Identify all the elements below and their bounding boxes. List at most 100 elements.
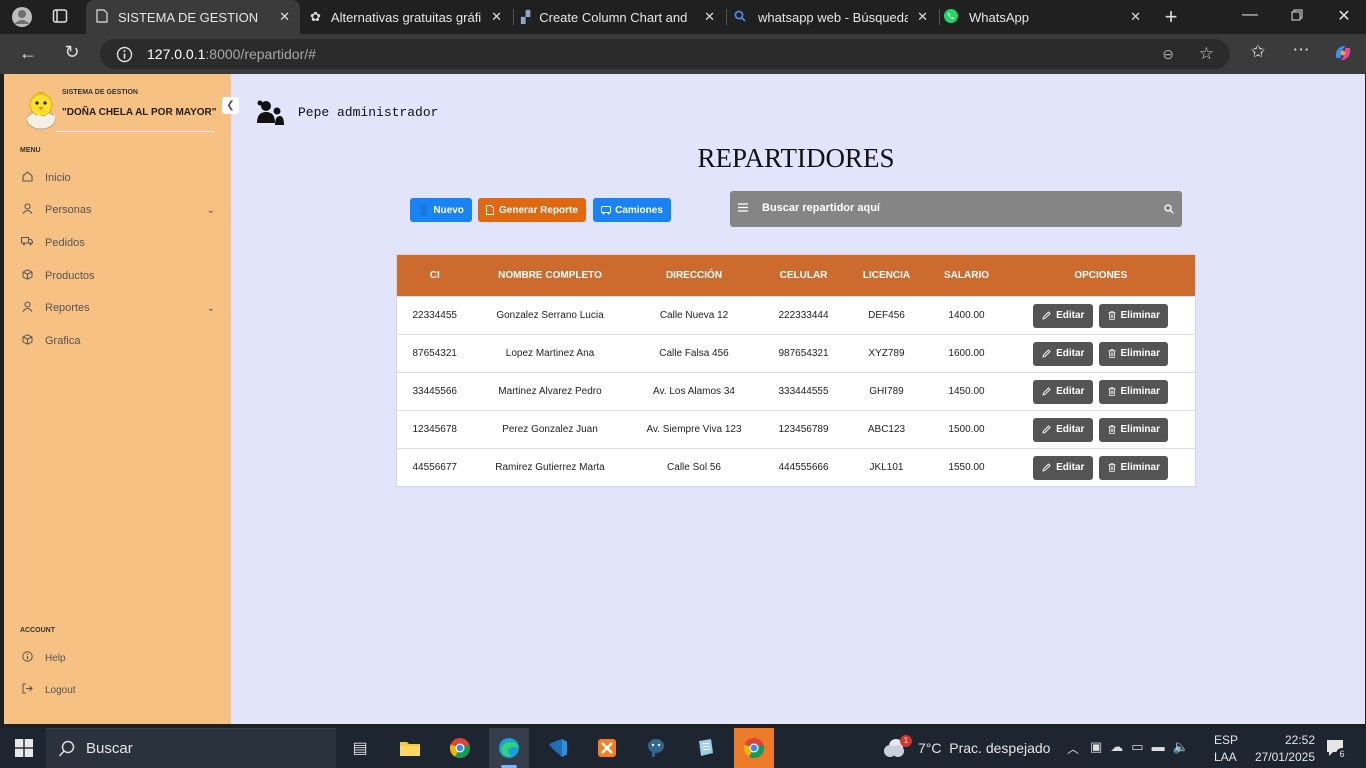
restore-window-icon[interactable] — [1285, 8, 1309, 26]
brand-small-title: SISTEMA DE GESTION — [62, 89, 138, 96]
table-header-row: CI NOMBRE COMPLETO DIRECCIÓN CELULAR LIC… — [396, 254, 1196, 297]
tab-alternativas[interactable]: ✿ Alternativas gratuitas gráfica ✕ — [302, 0, 512, 34]
cell-nombre: Lopez Martinez Ana — [472, 334, 628, 373]
clock[interactable]: 22:52 27/01/2025 — [1245, 732, 1315, 766]
sidebar-item-grafica[interactable]: Grafica — [20, 334, 215, 348]
task-view-icon[interactable]: ▤ — [340, 728, 380, 768]
xampp-icon[interactable] — [587, 728, 627, 768]
box-icon — [20, 269, 34, 283]
onedrive-icon[interactable]: ☁ — [1110, 739, 1123, 755]
zoom-icon[interactable]: ⊖ — [1162, 46, 1174, 63]
close-tab-icon[interactable]: ✕ — [704, 9, 715, 25]
edit-button[interactable]: Editar — [1033, 455, 1094, 480]
user-icon — [20, 203, 34, 217]
minimize-window-icon[interactable]: — — [1238, 6, 1262, 24]
delete-button[interactable]: Eliminar — [1099, 417, 1169, 442]
sidebar-item-personas[interactable]: Personas ⌄ — [20, 203, 215, 217]
cell-direccion: Calle Sol 56 — [627, 448, 761, 487]
tab-whatsapp[interactable]: WhatsApp ✕ — [941, 0, 1151, 34]
start-button[interactable] — [4, 728, 44, 768]
sidebar-item-inicio[interactable]: Inicio — [20, 171, 215, 185]
close-tab-icon[interactable]: ✕ — [491, 9, 502, 25]
weather-text: 7°C Prac. despejado — [918, 740, 1051, 756]
search-icon[interactable] — [1164, 204, 1174, 217]
meet-icon[interactable]: ▣ — [1090, 739, 1102, 755]
pencil-icon — [1042, 463, 1051, 472]
delete-button[interactable]: Eliminar — [1099, 303, 1169, 328]
search-icon — [734, 10, 746, 25]
file-explorer-icon[interactable] — [390, 728, 430, 768]
display-icon[interactable]: ▭ — [1131, 739, 1143, 755]
weather-widget[interactable]: 1 7°C Prac. despejado — [882, 734, 1050, 762]
copilot-icon[interactable] — [1331, 42, 1355, 69]
collapse-sidebar-button[interactable]: ❮ — [222, 97, 239, 114]
col-celular: CELULAR — [760, 254, 847, 297]
edge-icon[interactable] — [489, 728, 529, 768]
language-indicator[interactable]: ESP LAA — [1214, 732, 1238, 766]
table-row: 44556677 Ramirez Gutierrez Marta Calle Sol… — [396, 448, 1196, 487]
site-info-icon[interactable] — [116, 46, 133, 63]
reload-icon[interactable]: ↻ — [60, 42, 84, 63]
favorites-icon[interactable]: ✩ — [1246, 42, 1270, 62]
close-tab-icon[interactable]: ✕ — [917, 9, 928, 25]
cell-direccion: Calle Nueva 12 — [627, 296, 761, 335]
generar-reporte-button[interactable]: Generar Reporte — [478, 198, 586, 222]
menu-icon[interactable] — [738, 203, 748, 215]
taskbar-search[interactable]: Buscar — [46, 728, 336, 768]
cell-direccion: Calle Falsa 456 — [627, 334, 761, 373]
profile-avatar-icon[interactable] — [10, 6, 34, 28]
edit-button[interactable]: Editar — [1033, 417, 1094, 442]
sidebar-item-productos[interactable]: Productos — [20, 269, 215, 283]
chrome-icon[interactable] — [440, 728, 480, 768]
sidebar-item-reportes[interactable]: Reportes ⌄ — [20, 301, 215, 315]
chevron-up-icon[interactable]: ︿ — [1060, 728, 1086, 768]
delete-button[interactable]: Eliminar — [1099, 455, 1169, 480]
chrome-active-icon[interactable] — [734, 728, 774, 768]
tab-column-chart[interactable]: ▞ Create Column Chart and Gr ✕ — [515, 0, 725, 34]
cell-nombre: Perez Gonzalez Juan — [472, 410, 628, 449]
trash-icon — [1108, 387, 1116, 396]
cell-ci: 22334455 — [396, 296, 473, 335]
battery-icon[interactable]: ▬ — [1152, 739, 1165, 755]
search-input[interactable]: Buscar repartidor aquí — [762, 202, 880, 214]
more-menu-icon[interactable]: ⋯ — [1289, 40, 1313, 60]
back-arrow-icon[interactable]: ← — [16, 43, 40, 64]
edit-button[interactable]: Editar — [1033, 303, 1094, 328]
new-tab-icon[interactable]: + — [1160, 4, 1182, 30]
notepad-icon[interactable] — [685, 728, 725, 768]
pencil-icon — [1042, 425, 1051, 434]
close-window-icon[interactable]: ✕ — [1332, 6, 1356, 26]
cell-salario: 1450.00 — [926, 372, 1007, 411]
address-bar[interactable]: 127.0.0.1 :8000/repartidor/# ⊖ ☆ — [100, 39, 1230, 69]
edit-button[interactable]: Editar — [1033, 379, 1094, 404]
edit-button[interactable]: Editar — [1033, 341, 1094, 366]
sidebar-item-pedidos[interactable]: Pedidos — [20, 236, 215, 249]
tab-sistema-gestion[interactable]: SISTEMA DE GESTION ✕ — [86, 0, 300, 34]
favorite-star-icon[interactable]: ☆ — [1199, 44, 1214, 64]
nuevo-button[interactable]: 👤 Nuevo — [410, 198, 472, 222]
notification-center-icon[interactable]: 6 — [1325, 738, 1348, 760]
edit-label: Editar — [1056, 462, 1085, 473]
close-tab-icon[interactable]: ✕ — [1130, 9, 1141, 25]
site-icon: ▞ — [521, 10, 531, 24]
camiones-button[interactable]: Camiones — [593, 198, 671, 222]
vscode-icon[interactable] — [538, 728, 578, 768]
close-tab-icon[interactable]: ✕ — [279, 9, 290, 25]
weather-icon: 1 — [882, 735, 912, 759]
delete-label: Eliminar — [1120, 310, 1160, 321]
sidebar-item-logout[interactable]: Logout — [20, 683, 215, 697]
tab-divider — [939, 9, 940, 25]
search-bar[interactable]: Buscar repartidor aquí — [730, 191, 1182, 227]
table-row: 12345678 Perez Gonzalez Juan Av. Siempre V… — [396, 410, 1196, 449]
repartidores-table: CI NOMBRE COMPLETO DIRECCIÓN CELULAR LIC… — [396, 254, 1196, 487]
sidebar-item-help[interactable]: Help — [20, 651, 215, 665]
tab-label: whatsapp web - Búsqueda — [758, 9, 908, 25]
postgres-icon[interactable] — [636, 728, 676, 768]
delete-button[interactable]: Eliminar — [1099, 341, 1169, 366]
cell-salario: 1500.00 — [926, 410, 1007, 449]
volume-icon[interactable]: 🔈 — [1173, 739, 1189, 755]
cell-salario: 1550.00 — [926, 448, 1007, 487]
tab-actions-icon[interactable] — [50, 8, 70, 26]
tab-whatsapp-busqueda[interactable]: whatsapp web - Búsqueda ✕ — [728, 0, 938, 34]
delete-button[interactable]: Eliminar — [1099, 379, 1169, 404]
